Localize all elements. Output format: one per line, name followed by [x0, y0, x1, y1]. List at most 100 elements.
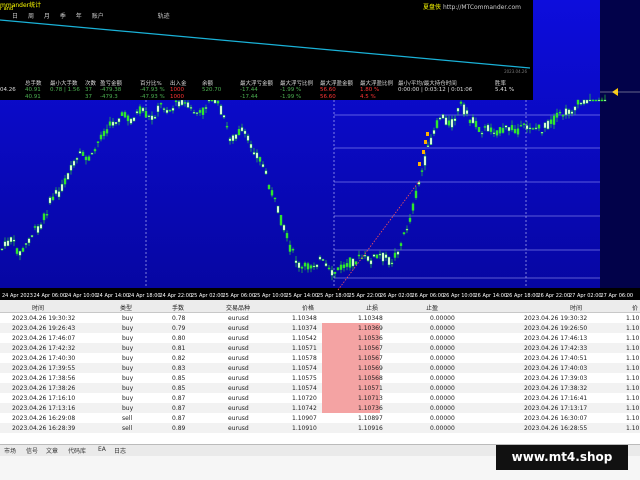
table-header: 时间 类型 手数 交易品种 价格 止损 止盈 时间 价 [0, 300, 640, 313]
col-tp[interactable]: 止盈 [426, 303, 438, 312]
cell-tp: 0.00000 [430, 425, 455, 432]
col-lots[interactable]: 手数 [172, 303, 184, 312]
candle-body [552, 115, 556, 125]
candle-body [315, 264, 319, 268]
candle-body [513, 128, 517, 134]
candle-body [267, 185, 271, 189]
candle-body [126, 115, 130, 122]
table-row[interactable]: 2023.04.26 17:38:56 buy 0.85 eurusd 1.10575 1… [0, 373, 640, 383]
candle-body [291, 248, 295, 251]
x-axis-label: 25 Apr 06:00 [223, 293, 256, 299]
x-axis-label: 24 Apr 06:00 [34, 293, 67, 299]
table-row[interactable]: 2023.04.26 17:13:16 buy 0.87 eurusd 1.10742 1… [0, 403, 640, 413]
cell-time: 2023.04.26 17:40:30 [12, 355, 76, 362]
cell-tp: 0.00000 [430, 315, 455, 322]
x-axis-label: 27 Apr 02:00 [569, 293, 602, 299]
col-time2[interactable]: 时间 [570, 303, 582, 312]
cell-time2: 2023.04.26 19:30:32 [524, 315, 588, 322]
table-row[interactable]: 2023.04.26 17:40:30 buy 0.82 eurusd 1.10578 1… [0, 353, 640, 363]
col-symbol[interactable]: 交易品种 [226, 303, 250, 312]
stat-value: 0.78 | 1.56 [50, 87, 80, 93]
table-row[interactable]: 2023.04.26 16:28:39 sell 0.89 eurusd 1.10910… [0, 423, 640, 433]
candle-body [396, 251, 400, 255]
candle-body [582, 99, 586, 104]
cell-lots: 0.85 [172, 385, 186, 392]
site-link[interactable]: 夏盘侠 http://MTCommander.com [423, 2, 521, 11]
candle-body [72, 160, 76, 166]
candle-body [441, 114, 445, 119]
candle-body [333, 272, 337, 274]
table-row[interactable]: 2023.04.26 17:39:55 buy 0.83 eurusd 1.10574 1… [0, 363, 640, 373]
cell-symbol: eurusd [228, 415, 249, 422]
tab-ea[interactable]: EA [98, 446, 106, 453]
candle-body [255, 152, 259, 159]
tab-journal[interactable]: 日志 [114, 446, 126, 455]
cell-type: buy [122, 375, 134, 382]
candle-body [387, 257, 391, 266]
candle-body [576, 99, 580, 105]
stat-header: 最小大手数 [50, 81, 78, 87]
candle-body [495, 130, 499, 136]
candle-body [48, 197, 52, 204]
col-sl[interactable]: 止损 [366, 303, 378, 312]
equity-line [0, 19, 531, 69]
table-row[interactable]: 2023.04.26 17:38:26 buy 0.85 eurusd 1.10574 1… [0, 383, 640, 393]
candle-body [306, 263, 310, 270]
col-type[interactable]: 类型 [120, 303, 132, 312]
candle-body [372, 254, 376, 257]
candle-body [102, 130, 106, 137]
candle-body [561, 115, 565, 117]
candle-body [456, 108, 460, 112]
stat-value: 04.26 [0, 87, 16, 93]
cell-type: buy [122, 335, 134, 342]
cell-tp: 0.00000 [430, 415, 455, 422]
cell-price: 1.10742 [292, 405, 317, 412]
cell-time: 2023.04.26 17:13:16 [12, 405, 76, 412]
candle-body [39, 224, 43, 229]
candle-body [450, 118, 454, 128]
x-axis-label: 26 Apr 02:00 [380, 293, 413, 299]
cell-price2: 1.10 [626, 415, 640, 422]
cell-price: 1.10571 [292, 345, 317, 352]
stat-value: -1.99 % [280, 87, 302, 93]
candle-body [357, 254, 361, 257]
x-axis-label: 25 Apr 14:00 [286, 293, 319, 299]
candle-body [543, 122, 547, 128]
candle-body [18, 251, 22, 256]
table-row[interactable]: 2023.04.26 16:29:08 sell 0.87 eurusd 1.10907… [0, 413, 640, 423]
candle-body [30, 235, 34, 237]
x-axis-label: 24 Apr 14:00 [97, 293, 130, 299]
table-row[interactable]: 2023.04.26 19:26:43 buy 0.79 eurusd 1.10374 1… [0, 323, 640, 333]
tab-signals[interactable]: 信号 [26, 446, 38, 455]
table-row[interactable]: 2023.04.26 19:30:32 buy 0.78 eurusd 1.10348 1… [0, 313, 640, 323]
cell-price: 1.10574 [292, 385, 317, 392]
candle-body [153, 116, 157, 119]
tab-codebase[interactable]: 代码库 [68, 446, 86, 455]
cell-tp: 0.00000 [430, 405, 455, 412]
col-price[interactable]: 价格 [302, 303, 314, 312]
col-time[interactable]: 时间 [32, 303, 44, 312]
tab-market[interactable]: 市场 [4, 446, 16, 455]
candle-body [75, 158, 79, 160]
stat-header: 总手数 [25, 81, 42, 87]
candle-body [405, 228, 409, 231]
candle-body [426, 145, 430, 147]
table-row[interactable]: 2023.04.26 17:46:07 buy 0.80 eurusd 1.10542 1… [0, 333, 640, 343]
cell-lots: 0.87 [172, 405, 186, 412]
candle-body [12, 239, 16, 242]
candle-body [219, 105, 223, 115]
candle-body [417, 182, 421, 185]
cell-time: 2023.04.26 17:38:56 [12, 375, 76, 382]
tab-articles[interactable]: 文章 [46, 446, 58, 455]
stat-value: 5.41 % [495, 87, 515, 93]
candle-body [171, 108, 175, 111]
table-row[interactable]: 2023.04.26 17:42:32 buy 0.81 eurusd 1.10571 1… [0, 343, 640, 353]
cell-price2: 1.10 [626, 425, 640, 432]
col-price2[interactable]: 价 [632, 303, 638, 312]
trade-marker [422, 150, 425, 154]
candle-body [528, 127, 532, 130]
cell-symbol: eurusd [228, 325, 249, 332]
candle-body [294, 260, 298, 263]
table-row[interactable]: 2023.04.26 17:16:10 buy 0.87 eurusd 1.10720 1… [0, 393, 640, 403]
stat-value: 56.60 [320, 87, 336, 93]
